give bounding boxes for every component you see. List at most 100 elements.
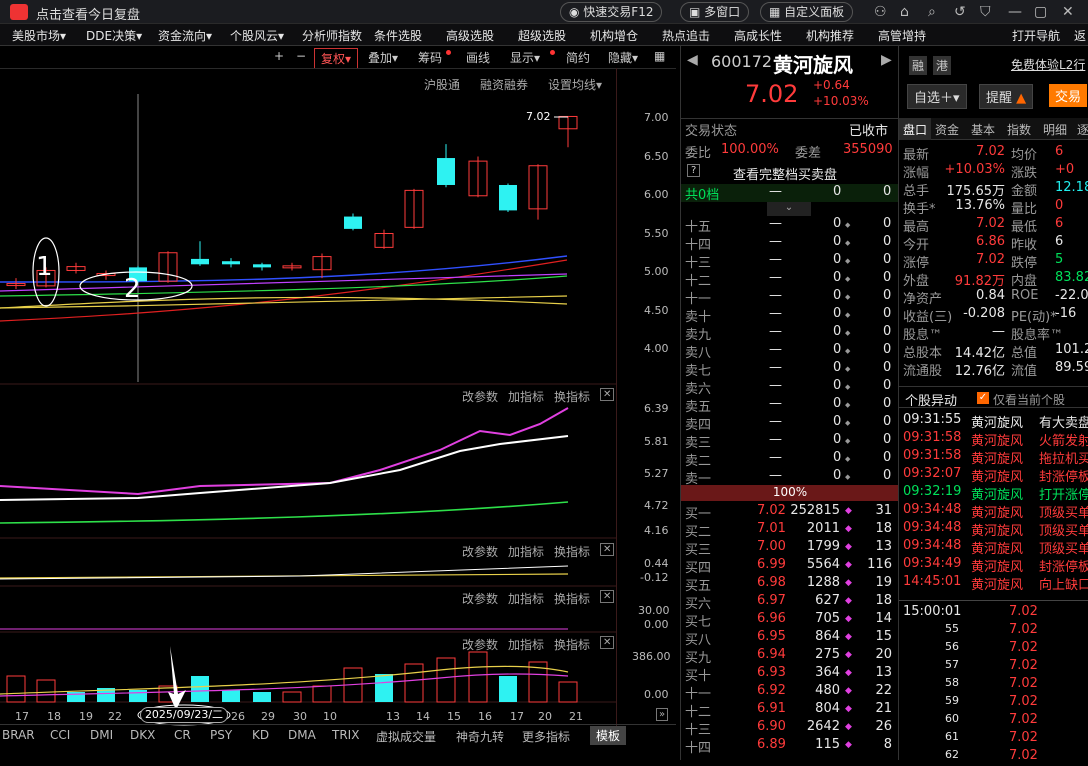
close-panel-icon[interactable]: ✕: [600, 590, 615, 603]
window-title[interactable]: 点击查看今日复盘: [36, 4, 140, 23]
add-indicator-button[interactable]: 加指标: [508, 388, 544, 405]
kline-chart-area[interactable]: + − 复权▾ 叠加▾ 筹码 画线 显示▾ 简约 隐藏▾ ▦ 沪股通 融资融券 …: [0, 46, 676, 760]
mover-row[interactable]: 14:45:01 黄河旋风 向上缺口: [899, 574, 1088, 593]
tab-dkx[interactable]: DKX: [130, 728, 155, 742]
add-indicator-button[interactable]: 加指标: [508, 636, 544, 653]
tab-tick[interactable]: 逐: [1077, 121, 1088, 138]
tab-dmi[interactable]: DMI: [90, 728, 113, 742]
tab-brar[interactable]: BRAR: [2, 728, 35, 742]
buy-level-row[interactable]: 买一 7.02 252815 ◆ 31: [681, 503, 898, 522]
sell-level-row[interactable]: 卖六 —0 ◆ 0: [681, 378, 898, 397]
mover-row[interactable]: 09:31:58 黄河旋风 火箭发射: [899, 430, 1088, 449]
tab-funds[interactable]: 资金: [935, 121, 959, 138]
mover-row[interactable]: 09:31:55 黄河旋风 有大卖盘: [899, 412, 1088, 431]
tab-kd[interactable]: KD: [252, 728, 269, 742]
close-panel-icon[interactable]: ✕: [600, 388, 615, 401]
menu-item[interactable]: 资金流向▾: [158, 27, 212, 44]
buy-level-row[interactable]: 买六 6.97 627 ◆ 18: [681, 593, 898, 612]
menu-item[interactable]: 条件选股: [374, 27, 422, 44]
sell-level-row[interactable]: 卖七 —0 ◆ 0: [681, 360, 898, 379]
tab-more-indicators[interactable]: 更多指标: [522, 728, 570, 745]
user-icon[interactable]: ⚇: [874, 2, 887, 22]
buy-level-row[interactable]: 买八 6.95 864 ◆ 15: [681, 629, 898, 648]
shirt-icon[interactable]: ⛉: [980, 2, 991, 22]
tab-index[interactable]: 指数: [1007, 121, 1031, 138]
menu-item[interactable]: 分析师指数: [302, 27, 362, 44]
sell-level-row[interactable]: 十二 —0 ◆ 0: [681, 270, 898, 289]
view-full-book-link[interactable]: 查看完整档买卖盘: [733, 164, 837, 183]
switch-indicator-button[interactable]: 换指标: [554, 543, 590, 560]
buy-level-row[interactable]: 买二 7.01 2011 ◆ 18: [681, 521, 898, 540]
menu-item[interactable]: 超级选股: [518, 27, 566, 44]
switch-indicator-button[interactable]: 换指标: [554, 388, 590, 405]
next-stock-icon[interactable]: ▶: [881, 52, 892, 68]
hk-tag[interactable]: 港: [933, 56, 952, 75]
margin-tag[interactable]: 融: [909, 56, 928, 75]
sell-level-row[interactable]: 卖五 —0 ◆ 0: [681, 396, 898, 415]
sell-level-row[interactable]: 卖一 —0 ◆ 0: [681, 468, 898, 487]
remind-button[interactable]: 提醒 ▲: [979, 84, 1034, 109]
minimize-icon[interactable]: —: [1008, 2, 1022, 22]
mover-row[interactable]: 09:32:19 黄河旋风 打开涨停: [899, 484, 1088, 503]
sell-level-row[interactable]: 十四 —0 ◆ 0: [681, 234, 898, 253]
buy-level-row[interactable]: 十二 6.91 804 ◆ 21: [681, 701, 898, 720]
tab-cr[interactable]: CR: [174, 728, 191, 742]
tab-cci[interactable]: CCI: [50, 728, 70, 742]
sell-level-row[interactable]: 十三 —0 ◆ 0: [681, 252, 898, 271]
menu-item[interactable]: 机构增仓: [590, 27, 638, 44]
tab-trix[interactable]: TRIX: [332, 728, 359, 742]
tab-virtual-volume[interactable]: 虚拟成交量: [376, 728, 436, 745]
add-indicator-button[interactable]: 加指标: [508, 543, 544, 560]
sell-level-row[interactable]: 卖十 —0 ◆ 0: [681, 306, 898, 325]
tab-template[interactable]: 模板: [590, 726, 627, 745]
tab-psy[interactable]: PSY: [210, 728, 232, 742]
undo-icon[interactable]: ↺: [954, 2, 966, 22]
sell-level-row[interactable]: 卖四 —0 ◆ 0: [681, 414, 898, 433]
buy-level-row[interactable]: 十四 6.89 115 ◆ 8: [681, 737, 898, 756]
menu-item[interactable]: 高成长性: [734, 27, 782, 44]
quick-trade-button[interactable]: ◉ 快速交易F12: [560, 2, 663, 22]
menu-item[interactable]: 热点追击: [662, 27, 710, 44]
maximize-icon[interactable]: ▢: [1034, 2, 1047, 22]
add-indicator-button[interactable]: 加指标: [508, 590, 544, 607]
switch-indicator-button[interactable]: 换指标: [554, 636, 590, 653]
edit-params-button[interactable]: 改参数: [462, 543, 498, 560]
menu-item[interactable]: 个股风云▾: [230, 27, 284, 44]
tab-pankou[interactable]: 盘口: [899, 118, 932, 140]
buy-level-row[interactable]: 买九 6.94 275 ◆ 20: [681, 647, 898, 666]
sell-level-row[interactable]: 卖三 —0 ◆ 0: [681, 432, 898, 451]
buy-level-row[interactable]: 买三 7.00 1799 ◆ 13: [681, 539, 898, 558]
trial-l2-link[interactable]: 免费体验L2行: [1011, 56, 1085, 73]
mover-row[interactable]: 09:32:07 黄河旋风 封涨停板: [899, 466, 1088, 485]
tab-dma[interactable]: DMA: [288, 728, 316, 742]
menu-item[interactable]: 高管增持: [878, 27, 926, 44]
menu-item[interactable]: DDE决策▾: [86, 27, 142, 44]
buy-level-row[interactable]: 买七 6.96 705 ◆ 14: [681, 611, 898, 630]
mover-row[interactable]: 09:34:48 黄河旋风 顶级买单: [899, 520, 1088, 539]
tab-td9[interactable]: 神奇九转: [456, 728, 504, 745]
mover-row[interactable]: 09:34:49 黄河旋风 封涨停板: [899, 556, 1088, 575]
menu-item[interactable]: 机构推荐: [806, 27, 854, 44]
search-icon[interactable]: ⌕: [928, 2, 936, 22]
edit-params-button[interactable]: 改参数: [462, 590, 498, 607]
multi-window-button[interactable]: ▣ 多窗口: [680, 2, 750, 22]
menu-item[interactable]: 返: [1074, 27, 1086, 44]
sell-level-row[interactable]: 卖二 —0 ◆ 0: [681, 450, 898, 469]
switch-indicator-button[interactable]: 换指标: [554, 590, 590, 607]
sell-level-row[interactable]: 十一 —0 ◆ 0: [681, 288, 898, 307]
buy-level-row[interactable]: 买五 6.98 1288 ◆ 19: [681, 575, 898, 594]
menu-item[interactable]: 美股市场▾: [12, 27, 66, 44]
menu-item[interactable]: 打开导航: [1012, 27, 1060, 44]
buy-level-row[interactable]: 十一 6.92 480 ◆ 22: [681, 683, 898, 702]
add-watchlist-button[interactable]: 自选＋▾: [907, 84, 967, 109]
sell-level-row[interactable]: 卖九 —0 ◆ 0: [681, 324, 898, 343]
tab-detail[interactable]: 明细: [1043, 121, 1067, 138]
close-panel-icon[interactable]: ✕: [600, 543, 615, 556]
only-current-checkbox[interactable]: ✓: [977, 392, 989, 404]
home-icon[interactable]: ⌂: [900, 2, 909, 22]
tab-basic[interactable]: 基本: [971, 121, 995, 138]
edit-params-button[interactable]: 改参数: [462, 636, 498, 653]
edit-params-button[interactable]: 改参数: [462, 388, 498, 405]
sell-level-row[interactable]: 卖八 —0 ◆ 0: [681, 342, 898, 361]
close-icon[interactable]: ✕: [1062, 2, 1074, 22]
